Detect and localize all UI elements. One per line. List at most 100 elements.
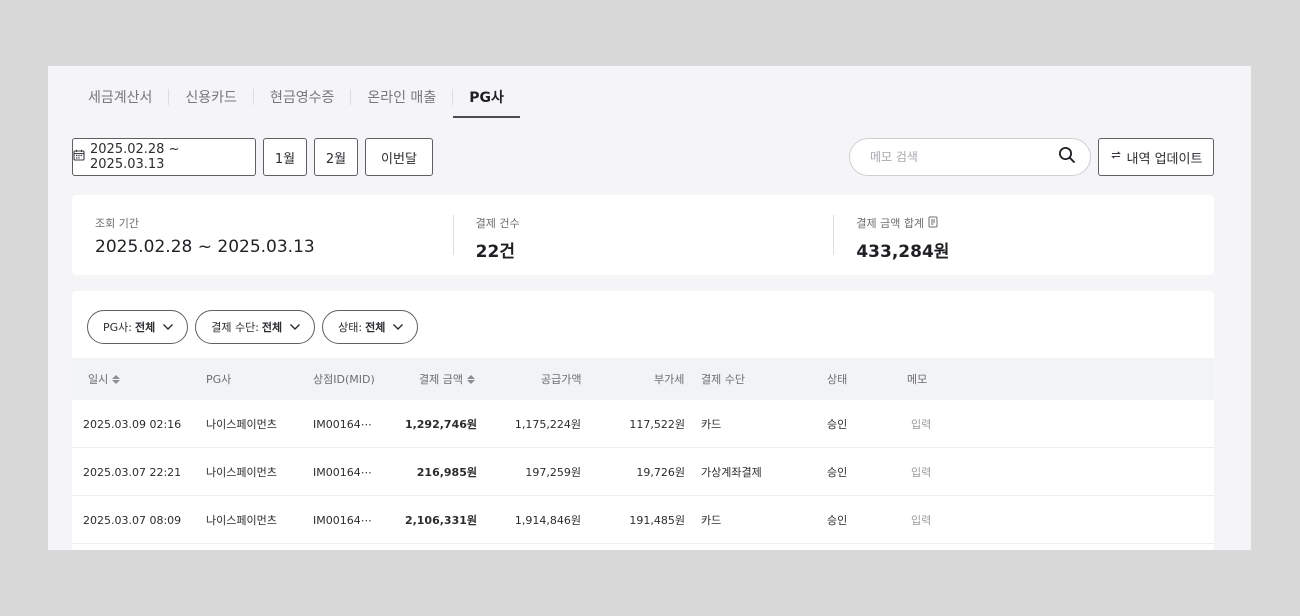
count-label: 결제 건수 [475, 217, 520, 230]
filter-status[interactable]: 상태: 전체 [322, 310, 419, 344]
cell-datetime: 2025.03.09 02:16 [83, 417, 182, 431]
total-value: 433,284원 [856, 242, 950, 262]
tab-label: PG사 [469, 90, 504, 106]
count-value: 22건 [475, 242, 515, 262]
pg-sales-panel: 세금계산서 신용카드 현금영수증 온라인 매출 PG사 2025.02.28 ~… [48, 66, 1251, 550]
memo-input-link[interactable]: 입력 [911, 448, 931, 496]
cell-vat: 191,485원 [629, 514, 685, 527]
header-method: 결제 수단 [701, 358, 745, 400]
filter-pg[interactable]: PG사: 전체 [87, 310, 189, 344]
memo-input-link[interactable]: 입력 [911, 400, 931, 448]
cell-status: 승인 [827, 514, 848, 527]
cell-supply: 197,259원 [525, 466, 581, 479]
summary-total: 결제 금액 합계 433,284원 [833, 215, 1214, 262]
summary-card: 조회 기간 2025.02.28 ~ 2025.03.13 결제 건수 22건 … [72, 195, 1214, 275]
tab-label: 현금영수증 [269, 90, 335, 106]
filter-label: 결제 수단: [211, 321, 259, 334]
memo-search-box [849, 138, 1091, 176]
this-month-label: 이번달 [381, 151, 417, 167]
summary-period: 조회 기간 2025.02.28 ~ 2025.03.13 [72, 215, 453, 257]
filter-bar: PG사: 전체 결제 수단: 전체 상태: 전체 [87, 310, 419, 344]
filter-label: PG사: [103, 321, 132, 334]
tab-credit-card[interactable]: 신용카드 [169, 76, 253, 118]
cell-vat: 19,726원 [636, 466, 685, 479]
filter-payment-method[interactable]: 결제 수단: 전체 [195, 310, 316, 344]
month-2-label: 2월 [325, 151, 347, 167]
tab-bar: 세금계산서 신용카드 현금영수증 온라인 매출 PG사 [72, 76, 520, 118]
update-history-button[interactable]: 내역 업데이트 [1098, 138, 1214, 176]
header-label: 상점ID(MID) [313, 373, 375, 386]
filter-value: 전체 [261, 321, 283, 334]
header-label: 부가세 [654, 373, 685, 386]
cell-mid: IM00164⋯ [313, 465, 372, 479]
header-status: 상태 [827, 358, 847, 400]
cell-status: 승인 [827, 466, 848, 479]
total-label: 결제 금액 합계 [856, 217, 925, 230]
tab-online-sales[interactable]: 온라인 매출 [351, 76, 452, 118]
this-month-button[interactable]: 이번달 [365, 138, 433, 176]
memo-search-input[interactable] [870, 150, 1058, 164]
header-label: 일시 [88, 373, 109, 386]
sort-icon [112, 374, 121, 384]
memo-input-link[interactable]: 입력 [911, 496, 931, 544]
summary-count: 결제 건수 22건 [452, 215, 834, 262]
tab-label: 세금계산서 [88, 90, 153, 106]
month-1-button[interactable]: 1월 [263, 138, 307, 176]
table-row[interactable]: 2025.03.07 22:21 나이스페이먼츠 IM00164⋯ 216,98… [72, 448, 1214, 496]
filter-value: 전체 [134, 321, 156, 334]
tab-cash-receipt[interactable]: 현금영수증 [254, 76, 350, 118]
cell-amount: 2,106,331원 [404, 514, 477, 527]
chevron-down-icon [162, 321, 174, 334]
header-memo: 메모 [907, 358, 927, 400]
header-pg: PG사 [206, 358, 231, 400]
tab-label: 신용카드 [185, 90, 237, 106]
month-2-button[interactable]: 2월 [314, 138, 358, 176]
receipt-icon[interactable] [928, 216, 939, 231]
table-row[interactable]: 2025.03.09 02:16 나이스페이먼츠 IM00164⋯ 1,292,… [72, 400, 1214, 448]
chevron-down-icon [289, 321, 301, 334]
tab-pg[interactable]: PG사 [453, 76, 520, 118]
cell-pg: 나이스페이먼츠 [206, 418, 277, 431]
table-header: 일시 PG사 상점ID(MID) 결제 금액 공급가액 부가세 결제 수단 상태… [72, 358, 1214, 400]
period-label: 조회 기간 [95, 217, 139, 230]
header-label: 결제 금액 [419, 373, 463, 386]
header-datetime[interactable]: 일시 [88, 358, 121, 400]
cell-vat: 117,522원 [629, 418, 685, 431]
period-value: 2025.02.28 ~ 2025.03.13 [95, 237, 315, 257]
tab-tax-invoice[interactable]: 세금계산서 [72, 76, 168, 118]
month-1-label: 1월 [274, 151, 296, 167]
search-icon[interactable] [1058, 146, 1076, 168]
cell-supply: 1,175,224원 [514, 418, 581, 431]
cell-amount: 216,985원 [416, 466, 477, 479]
cell-mid: IM00164⋯ [313, 513, 372, 527]
calendar-icon [73, 149, 85, 165]
sort-icon [466, 374, 475, 384]
cell-method: 가상계좌결제 [701, 466, 762, 479]
transactions-card: PG사: 전체 결제 수단: 전체 상태: 전체 일시 PG사 상점ID(MID… [72, 291, 1214, 550]
chevron-down-icon [392, 321, 404, 334]
header-label: 결제 수단 [701, 373, 745, 386]
date-range-button[interactable]: 2025.02.28 ~ 2025.03.13 [72, 138, 256, 176]
header-amount[interactable]: 결제 금액 [419, 358, 475, 400]
cell-supply: 1,914,846원 [514, 514, 581, 527]
cell-mid: IM00164⋯ [313, 417, 372, 431]
table-row[interactable]: 2025.03.07 08:09 나이스페이먼츠 IM00164⋯ 2,106,… [72, 496, 1214, 544]
cell-method: 카드 [701, 514, 722, 527]
cell-method: 카드 [701, 418, 722, 431]
header-label: 공급가액 [541, 373, 582, 386]
header-label: PG사 [206, 373, 232, 386]
header-vat: 부가세 [654, 358, 684, 400]
filter-label: 상태: [338, 321, 363, 334]
header-label: 상태 [827, 373, 848, 386]
total-label-row: 결제 금액 합계 [856, 215, 1214, 231]
tab-label: 온라인 매출 [367, 90, 437, 106]
cell-amount: 1,292,746원 [404, 418, 477, 431]
filter-value: 전체 [365, 321, 386, 334]
header-label: 메모 [907, 373, 928, 386]
update-history-label: 내역 업데이트 [1126, 151, 1203, 167]
refresh-icon [1110, 149, 1122, 165]
cell-pg: 나이스페이먼츠 [206, 514, 277, 527]
header-supply: 공급가액 [541, 358, 581, 400]
cell-pg: 나이스페이먼츠 [206, 466, 277, 479]
header-mid: 상점ID(MID) [313, 358, 375, 400]
